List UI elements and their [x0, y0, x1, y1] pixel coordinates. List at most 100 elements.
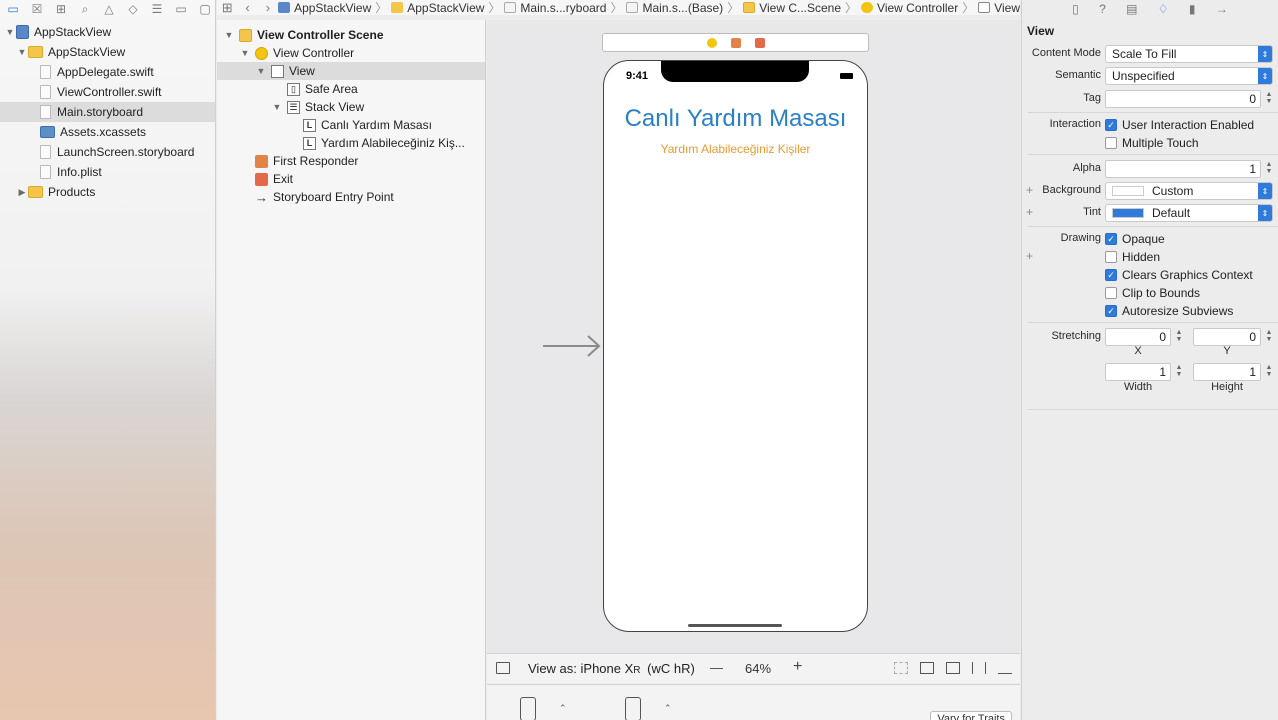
tag-stepper-icon[interactable]: ▲ ▼	[1265, 91, 1273, 107]
embed-in-icon[interactable]	[920, 662, 934, 674]
file-inspector-icon[interactable]: ▯	[1072, 2, 1079, 16]
disclosure-open-icon[interactable]: ▼	[16, 47, 28, 57]
content-mode-popup[interactable]: Scale To Fill ⇕	[1105, 45, 1273, 63]
add-constraints-icon[interactable]	[972, 662, 986, 674]
file-tree-item[interactable]: Assets.xcassets	[0, 122, 215, 142]
first-responder-dock-icon[interactable]	[730, 37, 741, 48]
stretch-y-stepper-icon[interactable]: ▲ ▼	[1265, 329, 1273, 345]
stretch-x-field[interactable]: 0	[1105, 328, 1171, 346]
breadcrumb-item[interactable]: View	[978, 1, 1020, 15]
file-tree-item[interactable]: ViewController.swift	[0, 82, 215, 102]
entry-point-arrow-icon[interactable]	[543, 334, 601, 358]
orientation-stepper-icon[interactable]: ⌃	[664, 703, 672, 714]
tint-popup[interactable]: Default ⇕	[1105, 204, 1273, 222]
stretch-height-stepper-icon[interactable]: ▲ ▼	[1265, 364, 1273, 380]
disclosure-closed-icon[interactable]: ▶	[16, 187, 28, 198]
breadcrumb-item[interactable]: Main.s...(Base)	[626, 1, 723, 15]
file-tree-item[interactable]: AppDelegate.swift	[0, 62, 215, 82]
file-tree-item[interactable]: ▶ Products	[0, 182, 215, 202]
outline-item[interactable]: L Yardım Alabileceğiniz Kiş...	[217, 134, 485, 152]
resolve-issues-icon[interactable]	[998, 662, 1012, 674]
issue-icon[interactable]: △	[101, 1, 117, 17]
stretch-y-field[interactable]: 0	[1193, 328, 1261, 346]
find-icon[interactable]: ⌕	[77, 1, 93, 17]
disclosure-open-icon[interactable]: ▼	[271, 102, 283, 112]
identity-inspector-icon[interactable]: ▤	[1126, 2, 1137, 16]
file-tree-item[interactable]: LaunchScreen.storyboard	[0, 142, 215, 162]
report-icon[interactable]: ▢	[197, 1, 213, 17]
disclosure-open-icon[interactable]: ▼	[4, 27, 16, 37]
breadcrumb-item[interactable]: Main.s...ryboard	[504, 1, 606, 15]
file-tree-item[interactable]: Info.plist	[0, 162, 215, 182]
clip-to-bounds-checkbox[interactable]	[1105, 287, 1117, 299]
file-tree-item[interactable]: ▼ AppStackView	[0, 42, 215, 62]
outline-item[interactable]: L Canlı Yardım Masası	[217, 116, 485, 134]
disclosure-open-icon[interactable]: ▼	[239, 48, 251, 58]
orientation-phone-icon[interactable]	[625, 697, 641, 720]
autoresize-checkbox[interactable]: ✓	[1105, 305, 1117, 317]
alpha-stepper-icon[interactable]: ▲ ▼	[1265, 161, 1273, 177]
debug-icon[interactable]: ☰	[149, 1, 165, 17]
disclosure-open-icon[interactable]: ▼	[223, 30, 235, 40]
user-interaction-checkbox[interactable]: ✓	[1105, 119, 1117, 131]
view-as-label[interactable]: View as: iPhone XR (wC hR)	[528, 661, 695, 676]
file-tree-item[interactable]: ▼ AppStackView	[0, 22, 215, 42]
outline-item[interactable]: First Responder	[217, 152, 485, 170]
size-inspector-icon[interactable]: ▮	[1189, 2, 1196, 16]
title-label[interactable]: Canlı Yardım Masası	[604, 105, 867, 133]
outline-item[interactable]: Exit	[217, 170, 485, 188]
iphone-device-frame[interactable]: 9:41 Canlı Yardım Masası Yardım Alabilec…	[603, 60, 868, 632]
outline-item[interactable]: ▼ View	[217, 62, 485, 80]
breadcrumb-item[interactable]: AppStackView	[278, 1, 371, 15]
outline-item[interactable]: ▯ Safe Area	[217, 80, 485, 98]
device-phone-icon[interactable]	[520, 697, 536, 720]
test-icon[interactable]: ◇	[125, 1, 141, 17]
outline-item[interactable]: ▼ ☰ Stack View	[217, 98, 485, 116]
subtitle-label[interactable]: Yardım Alabileceğiniz Kişiler	[604, 142, 867, 156]
outline-item[interactable]: ▼ View Controller Scene	[217, 26, 485, 44]
storyboard-canvas[interactable]: 9:41 Canlı Yardım Masası Yardım Alabilec…	[487, 20, 1020, 653]
breakpoint-icon[interactable]: ▭	[173, 1, 189, 17]
back-button[interactable]: ‹	[237, 0, 257, 15]
breadcrumb-item[interactable]: View C...Scene	[743, 1, 841, 15]
device-stepper-icon[interactable]: ⌃	[559, 703, 567, 714]
folder-icon[interactable]: ▭	[5, 1, 21, 17]
stretch-height-field[interactable]: 1	[1193, 363, 1261, 381]
symbol-icon[interactable]: ⊞	[53, 1, 69, 17]
zoom-in-button[interactable]: +	[793, 658, 802, 676]
scene-dock	[602, 33, 869, 52]
vary-for-traits-button[interactable]: Vary for Traits	[930, 711, 1012, 720]
sidebar-toggle-icon[interactable]	[496, 662, 510, 674]
breadcrumb-item[interactable]: View Controller	[861, 1, 958, 15]
quick-help-icon[interactable]: ?	[1099, 2, 1106, 16]
related-items-icon[interactable]: ⊞	[217, 0, 237, 16]
background-popup[interactable]: Custom ⇕	[1105, 182, 1273, 200]
stretch-width-stepper-icon[interactable]: ▲ ▼	[1175, 364, 1183, 380]
semantic-popup[interactable]: Unspecified ⇕	[1105, 67, 1273, 85]
add-variation-icon[interactable]: +	[1026, 249, 1033, 263]
attributes-inspector-icon[interactable]: ♢	[1158, 2, 1169, 16]
stretch-width-field[interactable]: 1	[1105, 363, 1171, 381]
zoom-out-button[interactable]: —	[710, 660, 723, 675]
stretch-x-stepper-icon[interactable]: ▲ ▼	[1175, 329, 1183, 345]
add-variation-icon[interactable]: +	[1026, 205, 1033, 219]
clears-graphics-checkbox[interactable]: ✓	[1105, 269, 1117, 281]
add-variation-icon[interactable]: +	[1026, 183, 1033, 197]
exit-dock-icon[interactable]	[754, 37, 765, 48]
update-frames-icon[interactable]	[894, 662, 908, 674]
outline-item[interactable]: → Storyboard Entry Point	[217, 188, 485, 206]
multiple-touch-checkbox[interactable]	[1105, 137, 1117, 149]
breadcrumb-item[interactable]: AppStackView	[391, 1, 484, 15]
hidden-checkbox[interactable]	[1105, 251, 1117, 263]
alpha-field[interactable]: 1	[1105, 160, 1261, 178]
file-tree-item[interactable]: Main.storyboard	[0, 102, 215, 122]
outline-item[interactable]: ▼ View Controller	[217, 44, 485, 62]
disclosure-open-icon[interactable]: ▼	[255, 66, 267, 76]
opaque-checkbox[interactable]: ✓	[1105, 233, 1117, 245]
view-controller-dock-icon[interactable]	[706, 37, 717, 48]
align-icon[interactable]	[946, 662, 960, 674]
connections-inspector-icon[interactable]: →	[1216, 2, 1228, 16]
source-control-icon[interactable]: ☒	[29, 1, 45, 17]
forward-button[interactable]: ›	[258, 0, 278, 15]
tag-field[interactable]: 0	[1105, 90, 1261, 108]
